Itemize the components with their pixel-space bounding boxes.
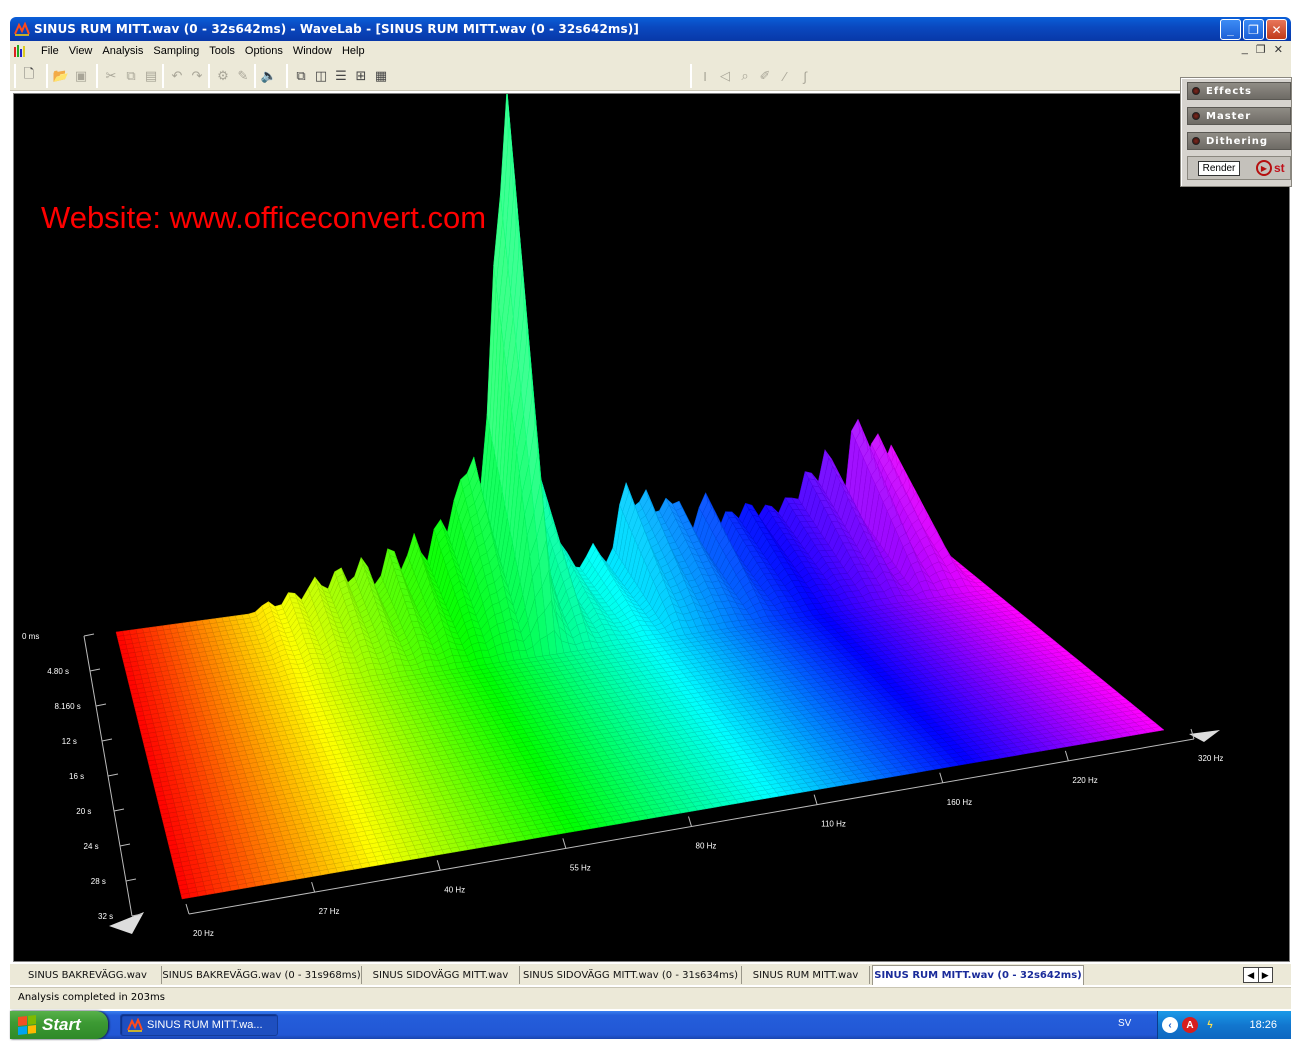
play-tool-icon[interactable]: ◁ (716, 67, 734, 85)
toolbar-group-edit-tools: I ◁ ⌕ ✐ ⁄ ∫ (690, 64, 814, 88)
menu-view[interactable]: View (64, 45, 98, 57)
menu-help[interactable]: Help (337, 45, 370, 57)
cut-icon[interactable]: ✂ (102, 67, 120, 85)
paste-icon[interactable]: ▤ (142, 67, 160, 85)
minimize-button[interactable]: _ (1220, 19, 1241, 40)
toolbar-group-edit: ✂ ⧉ ▤ (96, 64, 160, 88)
cascade-windows-icon[interactable]: ⧉ (292, 67, 310, 85)
process-icon[interactable]: ⚙ (214, 67, 232, 85)
redo-icon[interactable]: ↷ (188, 67, 206, 85)
copy-icon[interactable]: ⧉ (122, 67, 140, 85)
menu-window[interactable]: Window (288, 45, 337, 57)
menu-sampling[interactable]: Sampling (148, 45, 204, 57)
pencil-tool-icon[interactable]: ✎ (234, 67, 252, 85)
menu-bar: File View Analysis Sampling Tools Option… (10, 41, 1291, 61)
mdi-restore-button[interactable]: ❐ (1256, 43, 1266, 56)
menu-analysis[interactable]: Analysis (97, 45, 148, 57)
save-icon[interactable]: ▣ (72, 67, 90, 85)
open-folder-icon[interactable]: 📂 (52, 67, 70, 85)
tile-vertical-icon[interactable]: ◫ (312, 67, 330, 85)
arrange-icon[interactable]: ⊞ (352, 67, 370, 85)
new-file-icon[interactable]: 🗋 (20, 66, 38, 85)
toolbar-group-undo: ↶ ↷ (162, 64, 206, 88)
maximize-button[interactable]: ❐ (1243, 19, 1264, 40)
document-icon[interactable] (14, 45, 30, 57)
zoom-tool-icon[interactable]: ⌕ (736, 67, 754, 85)
window-title: SINUS RUM MITT.wav (0 - 32s642ms) - Wave… (34, 22, 639, 36)
tile-horizontal-icon[interactable]: ☰ (332, 67, 350, 85)
workspace-icon[interactable]: ▦ (372, 67, 390, 85)
curve-tool-icon[interactable]: ∫ (796, 67, 814, 85)
menu-tools[interactable]: Tools (204, 45, 240, 57)
draw-tool-icon[interactable]: ✐ (756, 67, 774, 85)
title-bar: SINUS RUM MITT.wav (0 - 32s642ms) - Wave… (10, 17, 1291, 41)
mdi-minimize-button[interactable]: _ (1242, 43, 1248, 56)
wavelab-app-icon[interactable] (14, 22, 30, 36)
toolbar-group-windows: ⧉ ◫ ☰ ⊞ ▦ (286, 64, 390, 88)
spectrum-3d-view[interactable]: 20 Hz 27 Hz 40 Hz 55 Hz 80 Hz 110 Hz 160 Hz 220… (13, 93, 1290, 962)
mdi-close-button[interactable]: ✕ (1274, 43, 1283, 56)
toolbar-group-file: 🗋 (14, 64, 38, 88)
toolbar-group-tools: ⚙ ✎ (208, 64, 252, 88)
menu-file[interactable]: File (36, 45, 64, 57)
undo-icon[interactable]: ↶ (168, 67, 186, 85)
toolbar-group-open: 📂 ▣ (46, 64, 90, 88)
speaker-icon[interactable]: 🔈 (260, 67, 278, 85)
line-tool-icon[interactable]: ⁄ (776, 67, 794, 85)
toolbar-group-speaker: 🔈 (254, 64, 278, 88)
menu-options[interactable]: Options (240, 45, 288, 57)
toolbar: 🗋 📂 ▣ ✂ ⧉ ▤ ↶ ↷ ⚙ ✎ 🔈 ⧉ ◫ ☰ ⊞ ▦ I ◁ ⌕ ✐ … (10, 61, 1291, 91)
close-button[interactable]: ✕ (1266, 19, 1287, 40)
text-cursor-icon[interactable]: I (696, 67, 714, 85)
